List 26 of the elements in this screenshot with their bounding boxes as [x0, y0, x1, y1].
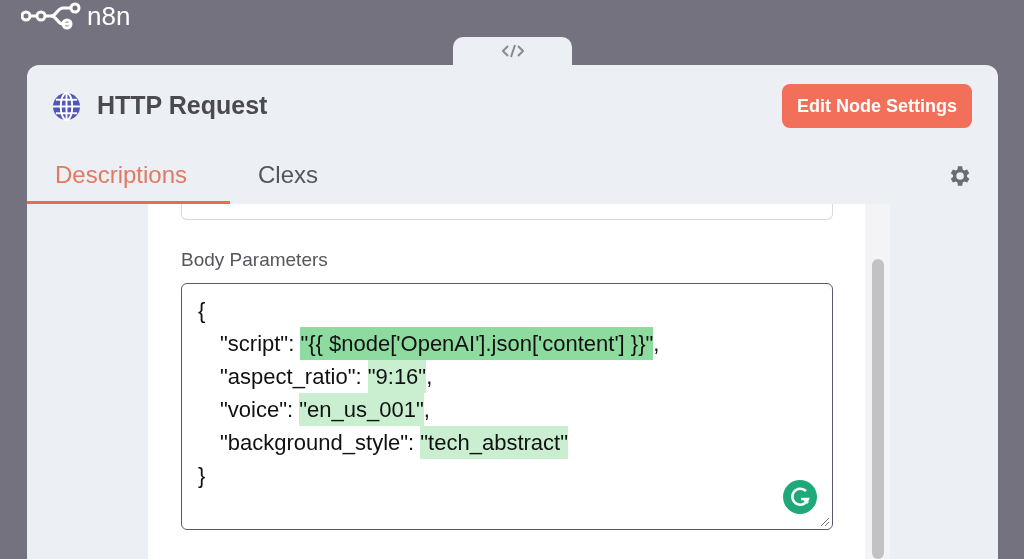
resize-handle-icon[interactable]	[820, 516, 830, 527]
code-value: "{{ $node['OpenAI'].json['content'] }}"	[300, 326, 654, 360]
code-comma: ,	[426, 362, 433, 391]
code-key: "aspect_ratio":	[220, 359, 368, 393]
code-key: "background_style":	[220, 425, 421, 459]
code-comma: ,	[653, 329, 660, 358]
node-title: HTTP Request	[97, 90, 268, 122]
grammar-assistant-icon[interactable]	[783, 479, 817, 514]
scrollbar-thumb[interactable]	[871, 259, 884, 559]
body-parameters-field[interactable]: { "script": "{{ $node['OpenAI'].json['content'] }}", "aspect_ratio": "9:16", "voice": "en_us_001", "background_style": "tech_abstract" }	[181, 282, 833, 530]
code-value: "tech_abstract"	[420, 425, 568, 459]
code-brace: }	[198, 461, 206, 490]
code-value: "en_us_001"	[299, 392, 424, 426]
code-key: "script":	[220, 326, 301, 360]
code-tab[interactable]	[453, 37, 572, 65]
code-brace: {	[198, 296, 206, 325]
code-icon	[501, 44, 524, 58]
code-value: "9:16"	[367, 359, 427, 393]
code-key: "voice":	[220, 392, 300, 426]
globe-icon	[52, 91, 81, 121]
logo-text: n8n	[87, 2, 131, 29]
tab[interactable]: Clexs	[230, 147, 346, 204]
logo-icon	[21, 0, 83, 31]
input-field[interactable]	[181, 204, 833, 220]
code-comma: ,	[423, 395, 430, 424]
field-label: Body Parameters	[181, 248, 329, 272]
